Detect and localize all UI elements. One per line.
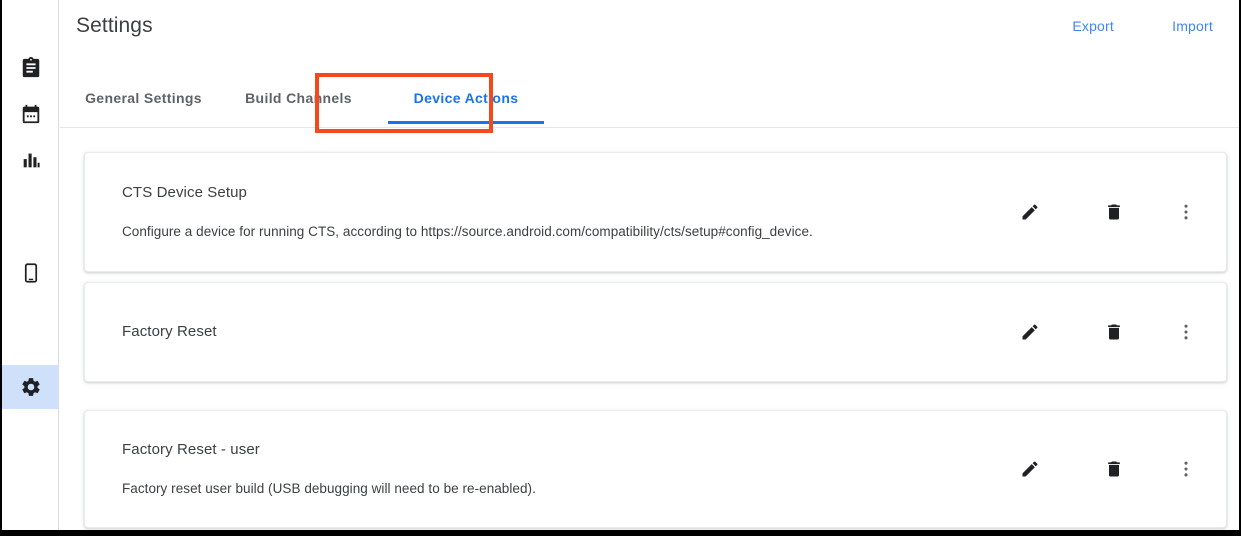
page-title: Settings <box>76 14 153 37</box>
sidebar-item-analytics[interactable] <box>2 138 59 182</box>
sidebar-item-calendar[interactable] <box>2 92 59 136</box>
pencil-icon <box>1020 459 1040 479</box>
sidebar-item-settings[interactable] <box>2 365 59 409</box>
edit-button[interactable] <box>1010 449 1050 489</box>
more-options-button[interactable] <box>1166 192 1206 232</box>
sidebar-item-devices[interactable] <box>2 251 59 295</box>
device-action-card[interactable]: CTS Device Setup Configure a device for … <box>84 152 1227 272</box>
phone-icon <box>20 262 42 284</box>
tab-general-settings[interactable]: General Settings <box>76 69 211 127</box>
trash-icon <box>1104 459 1124 479</box>
trash-icon <box>1104 202 1124 222</box>
calendar-icon <box>20 103 42 125</box>
device-actions-list: CTS Device Setup Configure a device for … <box>60 129 1239 530</box>
import-button[interactable]: Import <box>1172 18 1213 34</box>
page-header: Settings Export Import General Settings … <box>60 0 1239 128</box>
pencil-icon <box>1020 202 1040 222</box>
more-options-button[interactable] <box>1166 312 1206 352</box>
more-options-button[interactable] <box>1166 449 1206 489</box>
pencil-icon <box>1020 322 1040 342</box>
clipboard-icon <box>20 57 42 79</box>
device-action-card[interactable]: Factory Reset <box>84 282 1227 382</box>
device-action-card[interactable]: Factory Reset - user Factory reset user … <box>84 410 1227 528</box>
edit-button[interactable] <box>1010 312 1050 352</box>
trash-icon <box>1104 322 1124 342</box>
tab-build-channels[interactable]: Build Channels <box>236 69 361 127</box>
settings-page: Settings Export Import General Settings … <box>0 0 1241 536</box>
edit-button[interactable] <box>1010 192 1050 232</box>
sidebar-item-clipboard[interactable] <box>2 46 59 90</box>
tab-bar: General Settings Build Channels Device A… <box>60 69 1239 127</box>
delete-button[interactable] <box>1094 449 1134 489</box>
more-vertical-icon <box>1176 202 1196 222</box>
device-action-buttons <box>1010 192 1206 232</box>
device-action-buttons <box>1010 312 1206 352</box>
export-button[interactable]: Export <box>1072 18 1114 34</box>
more-vertical-icon <box>1176 322 1196 342</box>
device-action-buttons <box>1010 449 1206 489</box>
tab-device-actions[interactable]: Device Actions <box>380 69 552 127</box>
sidebar-nav <box>2 0 59 530</box>
delete-button[interactable] <box>1094 192 1134 232</box>
bar-chart-icon <box>20 149 42 171</box>
more-vertical-icon <box>1176 459 1196 479</box>
delete-button[interactable] <box>1094 312 1134 352</box>
gear-icon <box>20 376 42 398</box>
